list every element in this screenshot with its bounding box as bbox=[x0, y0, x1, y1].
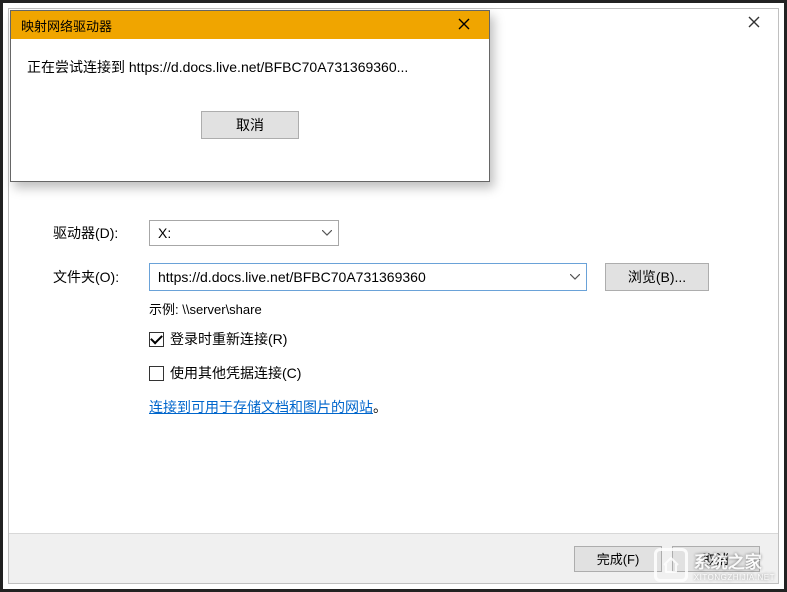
checkbox-icon bbox=[149, 332, 164, 347]
watermark-sub: XITONGZHIJIA.NET bbox=[694, 573, 775, 582]
credentials-label: 使用其他凭据连接(C) bbox=[170, 363, 301, 383]
watermark: 系统之家 XITONGZHIJIA.NET bbox=[654, 548, 775, 582]
drive-row: 驱动器(D): X: bbox=[53, 220, 339, 246]
folder-value: https://d.docs.live.net/BFBC70A731369360 bbox=[158, 269, 426, 285]
finish-button[interactable]: 完成(F) bbox=[574, 546, 662, 572]
folder-label: 文件夹(O): bbox=[53, 267, 149, 287]
browse-label: 浏览(B)... bbox=[628, 267, 686, 287]
watermark-text: 系统之家 bbox=[694, 548, 775, 573]
dialog-cancel-button[interactable]: 取消 bbox=[201, 111, 299, 139]
dialog-body: 正在尝试连接到 https://d.docs.live.net/BFBC70A7… bbox=[11, 39, 489, 139]
dialog-title: 映射网络驱动器 bbox=[21, 16, 112, 35]
folder-row: 文件夹(O): https://d.docs.live.net/BFBC70A7… bbox=[53, 263, 709, 291]
dialog-titlebar: 映射网络驱动器 bbox=[11, 11, 489, 39]
connect-website-link[interactable]: 连接到可用于存储文档和图片的网站 bbox=[149, 397, 373, 417]
browse-button[interactable]: 浏览(B)... bbox=[605, 263, 709, 291]
period: 。 bbox=[373, 397, 387, 417]
folder-combobox[interactable]: https://d.docs.live.net/BFBC70A731369360 bbox=[149, 263, 587, 291]
dialog-buttons: 取消 bbox=[27, 111, 473, 139]
drive-value: X: bbox=[158, 225, 171, 241]
dialog-cancel-label: 取消 bbox=[236, 115, 264, 135]
close-icon bbox=[458, 17, 470, 34]
close-button[interactable] bbox=[732, 10, 776, 36]
close-icon bbox=[748, 15, 760, 31]
watermark-text-group: 系统之家 XITONGZHIJIA.NET bbox=[694, 548, 775, 582]
connect-website-link-row: 连接到可用于存储文档和图片的网站。 bbox=[149, 397, 387, 417]
connecting-dialog: 映射网络驱动器 正在尝试连接到 https://d.docs.live.net/… bbox=[10, 10, 490, 182]
finish-label: 完成(F) bbox=[597, 549, 640, 568]
chevron-down-icon bbox=[322, 230, 332, 236]
house-icon bbox=[654, 548, 688, 582]
drive-label: 驱动器(D): bbox=[53, 223, 149, 243]
dialog-message: 正在尝试连接到 https://d.docs.live.net/BFBC70A7… bbox=[27, 57, 473, 77]
example-text: 示例: \\server\share bbox=[149, 299, 262, 318]
reconnect-checkbox-row[interactable]: 登录时重新连接(R) bbox=[149, 329, 287, 349]
drive-select[interactable]: X: bbox=[149, 220, 339, 246]
checkbox-icon bbox=[149, 366, 164, 381]
credentials-checkbox-row[interactable]: 使用其他凭据连接(C) bbox=[149, 363, 301, 383]
reconnect-label: 登录时重新连接(R) bbox=[170, 329, 287, 349]
dialog-close-button[interactable] bbox=[445, 13, 483, 37]
chevron-down-icon bbox=[570, 274, 580, 280]
